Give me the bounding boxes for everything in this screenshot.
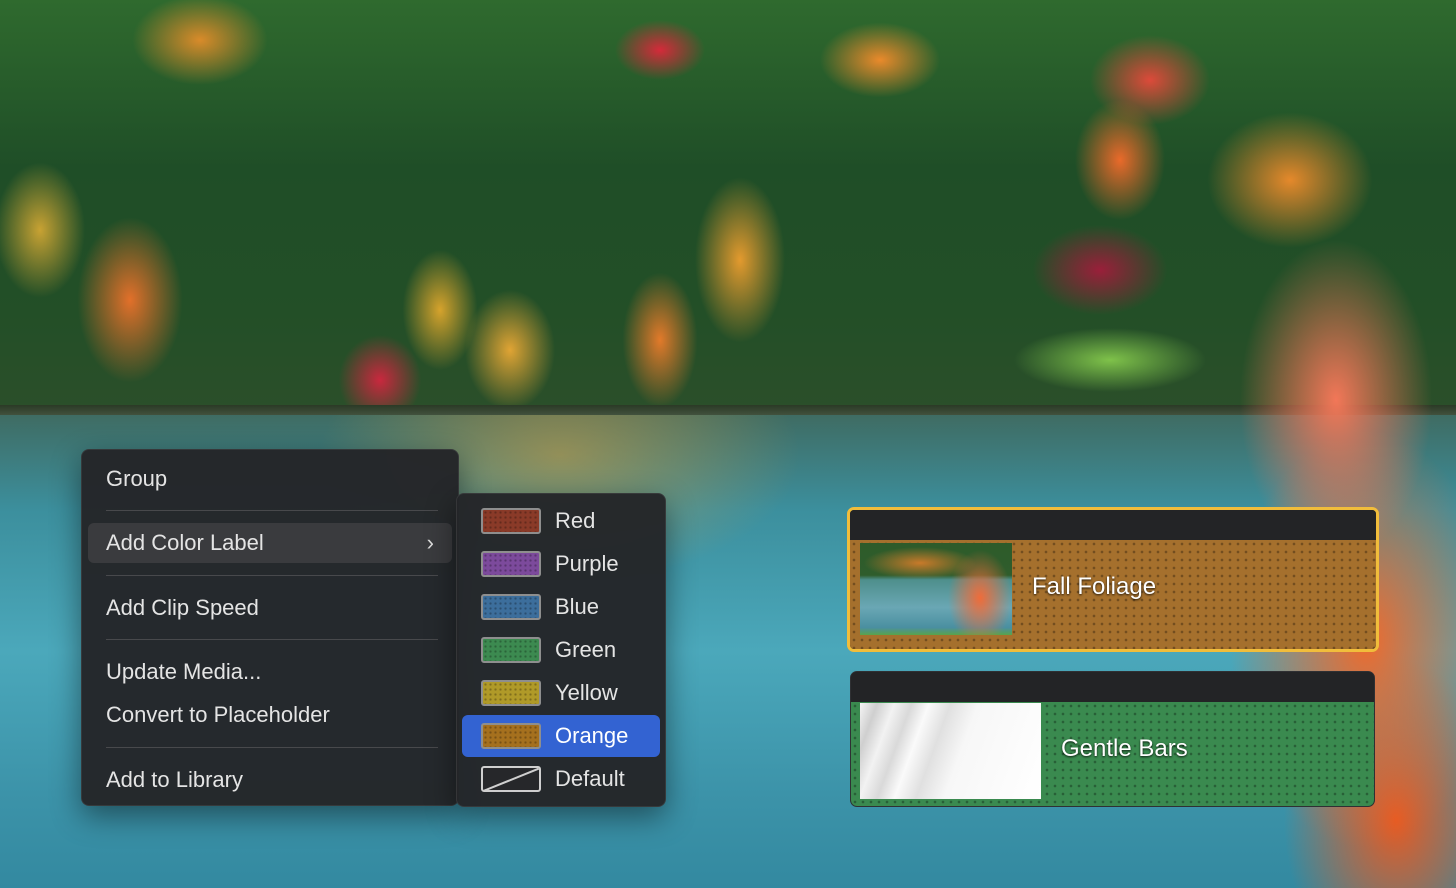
submenu-item-green[interactable]: Green bbox=[462, 629, 660, 671]
menu-separator bbox=[106, 639, 438, 640]
submenu-item-purple[interactable]: Purple bbox=[462, 543, 660, 585]
submenu-item-label: Blue bbox=[555, 594, 600, 619]
menu-item-add-clip-speed[interactable]: Add Clip Speed bbox=[88, 588, 452, 628]
menu-item-add-color-label[interactable]: Add Color Label › bbox=[88, 523, 452, 563]
timeline-clip-fall-foliage[interactable]: Fall Foliage bbox=[847, 507, 1379, 652]
clip-thumbnail bbox=[860, 543, 1012, 635]
clip-header-bar bbox=[850, 510, 1376, 540]
menu-item-label: Add Clip Speed bbox=[106, 595, 259, 620]
menu-separator bbox=[106, 510, 438, 511]
clip-title: Fall Foliage bbox=[1032, 573, 1157, 600]
submenu-item-red[interactable]: Red bbox=[462, 500, 660, 542]
blue-swatch-icon bbox=[481, 594, 541, 620]
red-swatch-icon bbox=[481, 508, 541, 534]
submenu-item-label: Red bbox=[555, 508, 596, 533]
context-menu: Group Add Color Label › Add Clip Speed U… bbox=[81, 449, 459, 806]
submenu-item-label: Purple bbox=[555, 551, 619, 576]
default-swatch-icon bbox=[481, 766, 541, 792]
menu-item-label: Group bbox=[106, 466, 168, 491]
submenu-item-orange[interactable]: Orange bbox=[462, 715, 660, 757]
chevron-right-icon: › bbox=[426, 530, 434, 555]
submenu-item-yellow[interactable]: Yellow bbox=[462, 672, 660, 714]
submenu-item-label: Yellow bbox=[555, 680, 618, 705]
menu-separator bbox=[106, 747, 438, 748]
submenu-item-blue[interactable]: Blue bbox=[462, 586, 660, 628]
menu-item-label: Update Media... bbox=[106, 659, 262, 684]
menu-item-label: Add to Library bbox=[106, 767, 243, 792]
menu-item-convert-to-placeholder[interactable]: Convert to Placeholder bbox=[88, 695, 452, 735]
submenu-item-default[interactable]: Default bbox=[462, 758, 660, 800]
submenu-item-label: Default bbox=[555, 766, 625, 791]
yellow-swatch-icon bbox=[481, 680, 541, 706]
menu-separator bbox=[106, 575, 438, 576]
purple-swatch-icon bbox=[481, 551, 541, 577]
clip-header-bar bbox=[851, 672, 1374, 702]
green-swatch-icon bbox=[481, 637, 541, 663]
submenu-item-label: Orange bbox=[555, 723, 629, 748]
menu-item-label: Convert to Placeholder bbox=[106, 702, 330, 727]
orange-swatch-icon bbox=[481, 723, 541, 749]
menu-item-update-media[interactable]: Update Media... bbox=[88, 652, 452, 692]
timeline-clip-gentle-bars[interactable]: Gentle Bars bbox=[850, 671, 1375, 807]
menu-item-label: Add Color Label bbox=[106, 530, 264, 555]
clip-title: Gentle Bars bbox=[1061, 735, 1188, 762]
menu-item-add-to-library[interactable]: Add to Library bbox=[88, 760, 452, 800]
clip-thumbnail bbox=[860, 703, 1041, 799]
color-label-submenu: Red Purple Blue Green Yellow Orange Defa… bbox=[456, 493, 666, 807]
menu-item-group[interactable]: Group bbox=[88, 459, 452, 499]
submenu-item-label: Green bbox=[555, 637, 617, 662]
